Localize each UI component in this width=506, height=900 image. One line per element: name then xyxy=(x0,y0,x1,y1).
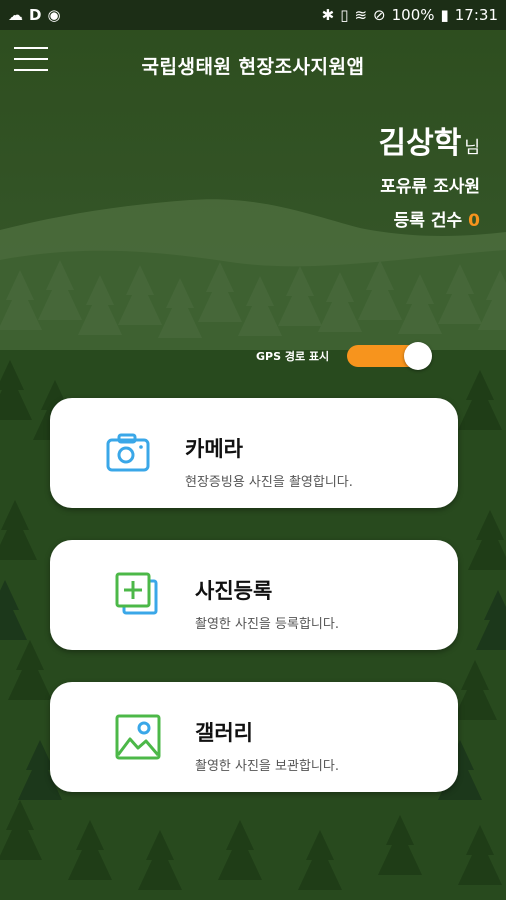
d-icon: D xyxy=(29,6,42,24)
app-title: 국립생태원 현장조사지원앱 xyxy=(141,56,365,78)
gps-toggle-row: GPS 경로 표시 xyxy=(256,342,433,370)
camera-subtitle: 현장증빙용 사진을 촬영합니다. xyxy=(185,475,353,490)
camera-title: 카메라 xyxy=(185,437,243,461)
status-bar: ☁ D ◉ ✱ ▯ ≋ ⊘ 100% ▮ 17:31 xyxy=(0,0,506,30)
user-name: 김상학 님 xyxy=(379,118,480,162)
bluetooth-icon: ✱ xyxy=(321,6,335,24)
registration-count: 등록 건수 0 xyxy=(394,206,480,231)
notification-icon: ◉ xyxy=(47,6,61,24)
user-role: 포유류 조사원 xyxy=(380,177,480,197)
cloud-icon: ☁ xyxy=(8,6,23,24)
photo-register-title: 사진등록 xyxy=(195,579,273,603)
registration-count-label: 등록 건수 xyxy=(393,211,463,231)
registration-count-value: 0 xyxy=(468,211,480,231)
battery-level: 100% xyxy=(391,6,435,24)
user-honorific: 님 xyxy=(464,138,480,158)
gps-label: GPS 경로 표시 xyxy=(256,350,330,363)
camera-card[interactable]: 카메라 현장증빙용 사진을 촬영합니다. xyxy=(50,398,458,508)
do-not-disturb-icon: ⊘ xyxy=(373,6,386,24)
gps-toggle[interactable] xyxy=(347,342,433,370)
gallery-card[interactable]: 갤러리 촬영한 사진을 보관합니다. xyxy=(50,682,458,792)
add-photo-icon xyxy=(115,572,158,615)
vibrate-icon: ▯ xyxy=(340,6,349,24)
gallery-subtitle: 촬영한 사진을 보관합니다. xyxy=(195,759,339,774)
photo-register-subtitle: 촬영한 사진을 등록합니다. xyxy=(195,617,339,632)
camera-icon xyxy=(106,433,150,472)
photo-register-card[interactable]: 사진등록 촬영한 사진을 등록합니다. xyxy=(50,540,458,650)
wifi-icon: ≋ xyxy=(354,6,368,24)
user-name-text: 김상학 xyxy=(378,126,462,161)
gallery-icon xyxy=(115,714,161,760)
battery-icon: ▮ xyxy=(440,6,449,24)
gallery-title: 갤러리 xyxy=(195,721,253,745)
clock: 17:31 xyxy=(454,6,498,24)
toggle-knob xyxy=(404,342,433,370)
